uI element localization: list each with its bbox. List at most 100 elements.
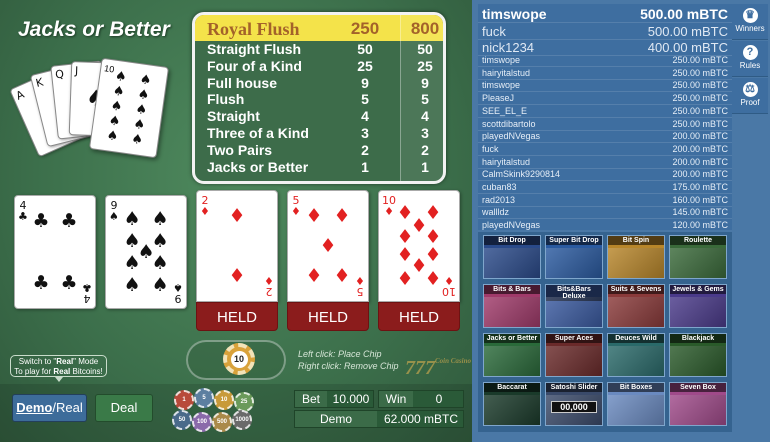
demo-real-toggle-button[interactable]: Demo/Real <box>12 394 87 422</box>
winner-username[interactable]: hairyitalstud <box>482 157 530 167</box>
winner-username[interactable]: rad2013 <box>482 195 515 205</box>
hand-name: Jacks or Better <box>207 158 309 175</box>
game-tile-title: Bit Drop <box>484 236 540 245</box>
game-tile[interactable]: Bits&Bars Deluxe <box>545 284 603 328</box>
playing-card[interactable]: 2 ♦ 2 ♦ ♦ ♦ <box>196 190 278 302</box>
game-tile[interactable]: Bit Boxes <box>607 382 665 426</box>
game-tile[interactable]: Seven Box <box>669 382 727 426</box>
winner-row: hairyitalstud 250.00 mBTC <box>478 68 732 80</box>
suit-pip-icon: ♦ <box>228 265 246 288</box>
game-tile-title: Suits & Sevens <box>608 285 664 294</box>
chip-option[interactable]: 1000 <box>232 410 252 430</box>
winner-username[interactable]: timswope <box>482 6 547 22</box>
payout-max-coin: 9 <box>421 74 429 91</box>
winner-username[interactable]: playedNVegas <box>482 131 540 141</box>
winner-username[interactable]: scottdibartolo <box>482 119 536 129</box>
game-panel: Jacks or Better A♠ K♠ Q♠ J♠ 10 ♠♠♠♠♠♠♠♠♠… <box>0 0 472 442</box>
winner-amount: 145.00 mBTC <box>672 207 728 218</box>
chip-option[interactable]: 5 <box>194 388 214 408</box>
game-tile-title: Bit Boxes <box>608 383 664 392</box>
hand-name: Three of a Kind <box>207 125 309 141</box>
deal-button[interactable]: Deal <box>95 394 153 422</box>
side-menu-label: Proof <box>740 98 760 107</box>
chip-option[interactable]: 25 <box>234 392 254 412</box>
game-tile[interactable]: Super Bit Drop <box>545 235 603 279</box>
suit-pip-icon: ♦ <box>424 267 442 290</box>
winner-username[interactable]: wallldz <box>482 207 509 217</box>
suit-pip-icon: ♠ <box>151 274 169 297</box>
card-pips: ♠ ♠ ♠ ♠ ♠ ♠ ♠ ♠ ♠ <box>118 207 174 297</box>
game-tile[interactable]: Suits & Sevens <box>607 284 665 328</box>
payout-one-coin: 5 <box>361 91 369 108</box>
side-menu-winners-button[interactable]: ♛ Winners <box>732 4 768 40</box>
win-value: 0 <box>435 392 443 406</box>
game-tile[interactable]: Jewels & Gems <box>669 284 727 328</box>
playing-card[interactable]: 4 ♣ 4 ♣ ♣ ♣ ♣ ♣ <box>14 195 96 309</box>
payout-one-coin: 25 <box>357 57 373 74</box>
game-tile[interactable]: Deuces Wild <box>607 333 665 377</box>
payout-max-coin: 1 <box>421 158 429 175</box>
balance-display: Demo 62.000 mBTC <box>294 410 464 428</box>
chip-option[interactable]: 100 <box>192 412 212 432</box>
side-menu-rules-button[interactable]: ? Rules <box>732 41 768 77</box>
winner-username[interactable]: fuck <box>482 144 499 154</box>
game-tile[interactable]: Super Aces <box>545 333 603 377</box>
held-indicator[interactable]: HELD <box>196 302 278 331</box>
winner-username[interactable]: cuban83 <box>482 182 517 192</box>
winner-username[interactable]: PleaseJ <box>482 93 514 103</box>
game-tile[interactable]: Jacks or Better <box>483 333 541 377</box>
side-menu-proof-button[interactable]: ⚖ Proof <box>732 78 768 114</box>
winner-row: timswope 250.00 mBTC <box>478 55 732 67</box>
winner-amount: 250.00 mBTC <box>672 67 728 78</box>
winner-amount: 120.00 mBTC <box>672 220 728 230</box>
suit-pip-icon: ♦ <box>396 267 414 290</box>
held-indicator[interactable]: HELD <box>287 302 369 331</box>
winner-amount: 400.00 mBTC <box>647 39 728 55</box>
winner-username[interactable]: hairyitalstud <box>482 68 530 78</box>
playing-card[interactable]: 10 ♦ 10 ♦ ♦ ♦ ♦ ♦ ♦ ♦ ♦ ♦ ♦ ♦ <box>378 190 460 302</box>
game-tile[interactable]: Satoshi Slider 00,000 <box>545 382 603 426</box>
game-thumbnail <box>546 346 602 376</box>
game-tile[interactable]: Bit Drop <box>483 235 541 279</box>
card-pips: ♦ ♦ ♦ ♦ ♦ <box>300 203 356 289</box>
game-tile[interactable]: Bit Spin <box>607 235 665 279</box>
hand-name: Straight Flush <box>207 41 302 57</box>
pay-table-row: Jacks or Better 1 1 <box>195 159 443 176</box>
win-display: Win 0 <box>378 390 464 408</box>
payout-max-coin: 50 <box>417 41 433 57</box>
game-tile[interactable]: Roulette <box>669 235 727 279</box>
chip-option[interactable]: 10 <box>214 390 234 410</box>
selected-chip[interactable]: 10 <box>223 343 255 375</box>
winner-username[interactable]: timswope <box>482 80 520 90</box>
winner-amount: 200.00 mBTC <box>672 169 728 180</box>
game-tile[interactable]: Bits & Bars <box>483 284 541 328</box>
playing-card[interactable]: 5 ♦ 5 ♦ ♦ ♦ ♦ ♦ ♦ <box>287 190 369 302</box>
playing-card[interactable]: 9 ♠ 9 ♠ ♠ ♠ ♠ ♠ ♠ ♠ ♠ ♠ ♠ <box>105 195 187 309</box>
game-tile[interactable]: Baccarat <box>483 382 541 426</box>
chip-selector[interactable]: 1 5 10 25 50 100 500 1000 <box>170 388 270 432</box>
game-thumbnail <box>546 297 602 327</box>
winner-username[interactable]: nick1234 <box>482 40 534 55</box>
suit-pip-icon: ♦ <box>305 204 323 227</box>
held-indicator[interactable]: HELD <box>378 302 460 331</box>
chip-option[interactable]: 500 <box>212 412 232 432</box>
winner-username[interactable]: SEE_EL_E <box>482 106 527 116</box>
game-thumbnail <box>670 395 726 425</box>
winner-username[interactable]: timswope <box>482 55 520 65</box>
hand-name: Flush <box>207 91 245 108</box>
hand-name: Full house <box>207 74 277 91</box>
payout-max-coin: 3 <box>421 125 429 141</box>
winners-list[interactable]: timswope 500.00 mBTC fuck 500.00 mBTC nick12… <box>478 4 732 230</box>
chip-option[interactable]: 50 <box>172 410 192 430</box>
pay-table-row: Royal Flush 250 800 <box>195 19 443 39</box>
winner-username[interactable]: fuck <box>482 24 506 39</box>
winner-row: wallldz 145.00 mBTC <box>478 207 732 220</box>
chip-option[interactable]: 1 <box>174 390 194 410</box>
trophy-icon: ♛ <box>742 8 758 23</box>
suit-pip-icon: ♠ <box>123 207 141 230</box>
game-tile[interactable]: Blackjack <box>669 333 727 377</box>
winner-username[interactable]: CalmSkink9290814 <box>482 169 560 179</box>
side-menu: ♛ Winners? Rules ⚖ Proof <box>732 4 768 114</box>
card-rank: 2 <box>265 285 273 298</box>
winner-username[interactable]: playedNVegas <box>482 220 540 230</box>
